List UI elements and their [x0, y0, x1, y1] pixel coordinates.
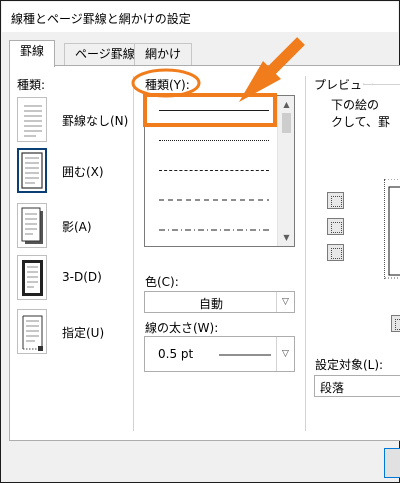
tab-borders[interactable]: 罫線 — [9, 40, 56, 67]
annotation-ellipse — [131, 68, 201, 98]
dialog-window: 線種とページ罫線と網かけの設定 罫線 ページ罫線 網かけ 種類: 罫線なし(N) — [0, 0, 400, 483]
annotation-overlay — [131, 37, 305, 127]
annotation-highlight-box — [143, 93, 277, 127]
